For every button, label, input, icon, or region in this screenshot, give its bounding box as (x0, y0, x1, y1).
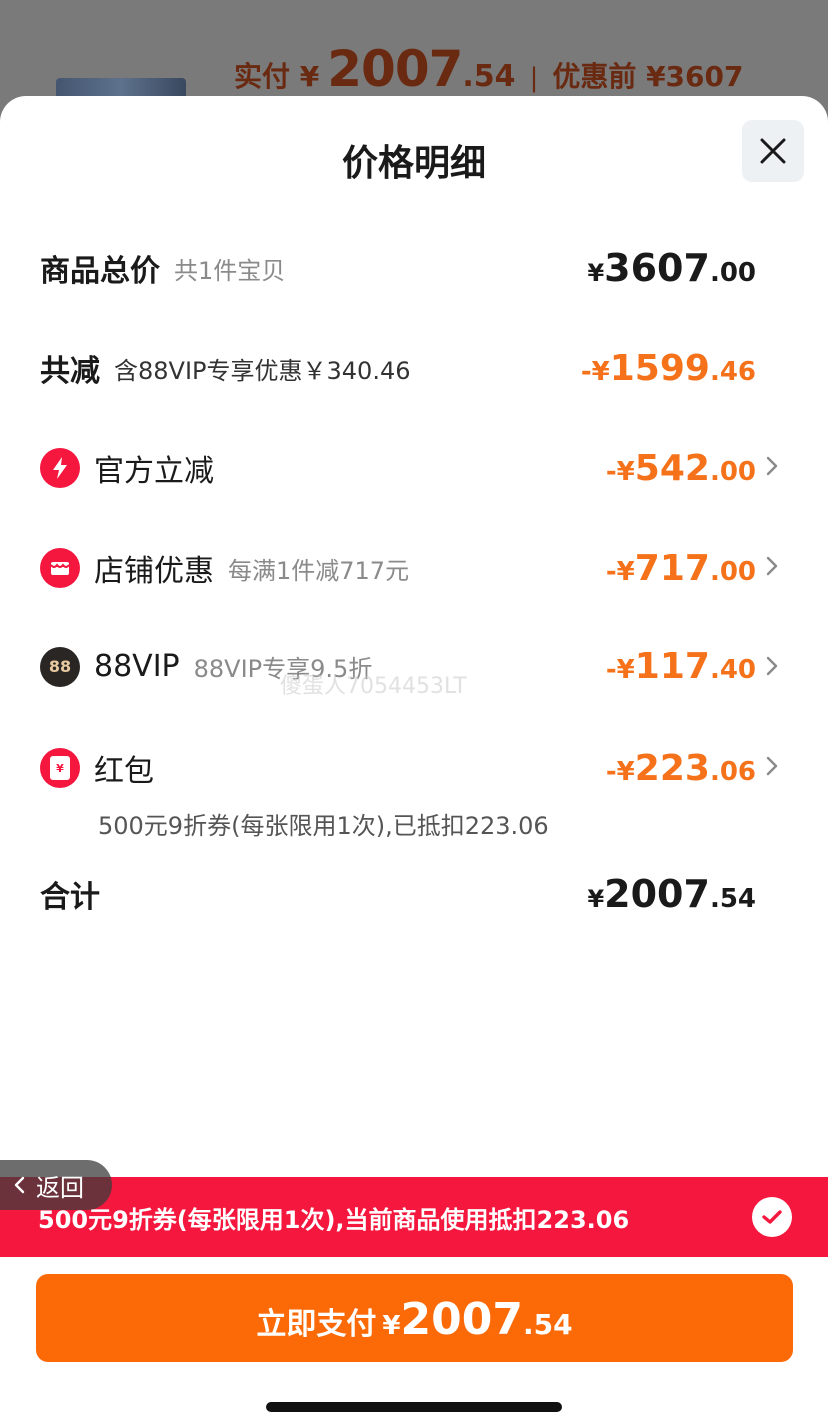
price-int: 223 (634, 747, 710, 789)
red-packet-glyph: ¥ (50, 756, 70, 780)
price-dec: .00 (709, 456, 756, 487)
chevron-right-icon[interactable] (764, 455, 780, 477)
red-packet-icon: ¥ (40, 748, 80, 788)
total-discount-value: -¥ 1599 .46 (581, 348, 756, 389)
chevron-right-icon[interactable] (764, 655, 780, 677)
total-discount-label: 共减 (40, 354, 100, 389)
price-dec: .00 (709, 258, 756, 288)
row-total-discount: 共减 含88VIP专享优惠￥340.46 -¥ 1599 .46 (40, 346, 756, 390)
currency-symbol: -¥ (605, 655, 635, 685)
official-discount-value: -¥ 542 .00 (606, 448, 756, 489)
currency-symbol: ¥ (587, 885, 605, 913)
price-int: 3607 (604, 246, 710, 290)
vip-discount-value: -¥ 117 .40 (606, 646, 756, 687)
currency-symbol: -¥ (580, 356, 610, 387)
home-indicator (266, 1402, 562, 1412)
shop-icon (40, 548, 80, 588)
currency-symbol: ¥ (587, 259, 605, 287)
vip-label: 88VIP (94, 649, 180, 684)
pay-amount-dec: .54 (522, 1308, 573, 1341)
actual-pay-dec: .54 (462, 59, 516, 94)
pay-amount-int: 2007 (400, 1294, 523, 1345)
price-int: 542 (634, 447, 710, 489)
red-packet-label: 红包 (94, 754, 154, 789)
chevron-right-icon[interactable] (764, 555, 780, 577)
currency-symbol: -¥ (605, 556, 635, 587)
vip-discount-note: 含88VIP专享优惠￥340.46 (114, 356, 411, 385)
item-count: 共1件宝贝 (174, 256, 286, 285)
row-total-price: 商品总价 共1件宝贝 ¥ 3607 .00 (40, 246, 756, 290)
vip-icon: 88 (40, 646, 80, 687)
coupon-bar[interactable]: 500元9折券(每张限用1次),当前商品使用抵扣223.06 (0, 1177, 828, 1257)
red-packet-value: -¥ 223 .06 (606, 748, 756, 789)
price-dec: .40 (709, 655, 756, 685)
row-official-discount[interactable]: 官方立减 -¥ 542 .00 (40, 446, 756, 490)
total-price-label: 商品总价 (40, 254, 160, 289)
watermark: 傻蛋人7054453LT (280, 674, 467, 699)
actual-pay-int: 2007 (327, 40, 463, 98)
price-dec: .54 (709, 884, 756, 914)
row-red-packet[interactable]: ¥ 红包 -¥ 223 .06 (40, 746, 756, 790)
official-discount-label: 官方立减 (94, 454, 214, 489)
currency-symbol: -¥ (605, 756, 635, 787)
row-shop-discount[interactable]: 店铺优惠 每满1件减717元 -¥ 717 .00 (40, 546, 756, 590)
price-int: 2007 (604, 872, 710, 916)
total-price-value: ¥ 3607 .00 (587, 246, 756, 290)
price-int: 1599 (609, 347, 710, 389)
coupon-text: 500元9折券(每张限用1次),当前商品使用抵扣223.06 (38, 1205, 630, 1234)
price-int: 717 (634, 547, 710, 589)
shop-discount-label: 店铺优惠 (94, 554, 214, 589)
actual-pay-label: 实付 ¥ (234, 60, 320, 93)
chevron-left-icon (14, 1176, 25, 1194)
close-button[interactable] (742, 120, 804, 182)
background-price: 实付 ¥ 2007 .54 | 优惠前 ¥3607 (234, 40, 744, 98)
sheet-title: 价格明细 (341, 143, 486, 184)
sum-label: 合计 (40, 880, 100, 915)
shop-discount-value: -¥ 717 .00 (606, 548, 756, 589)
back-button[interactable]: 返回 (0, 1160, 112, 1210)
chevron-right-icon[interactable] (764, 755, 780, 777)
original-price: 优惠前 ¥3607 (552, 60, 744, 93)
shop-discount-rule: 每满1件减717元 (228, 556, 410, 585)
sum-value: ¥ 2007 .54 (587, 872, 756, 916)
currency-symbol: ¥ (382, 1311, 401, 1341)
lightning-icon (40, 448, 80, 488)
vip-badge-text: 88 (48, 657, 72, 676)
back-label: 返回 (36, 1173, 84, 1202)
price-separator: | (529, 63, 539, 93)
check-icon[interactable] (752, 1197, 792, 1237)
close-icon (760, 138, 786, 164)
price-int: 117 (634, 646, 710, 687)
red-packet-note: 500元9折券(每张限用1次),已抵扣223.06 (98, 812, 549, 840)
pay-now-button[interactable]: 立即支付 ¥ 2007 .54 (36, 1274, 793, 1362)
currency-symbol: -¥ (605, 456, 635, 487)
row-sum: 合计 ¥ 2007 .54 (40, 872, 756, 916)
price-dec: .06 (709, 756, 756, 787)
price-dec: .46 (709, 356, 756, 387)
price-dec: .00 (709, 556, 756, 587)
pay-label: 立即支付 (256, 1307, 377, 1342)
